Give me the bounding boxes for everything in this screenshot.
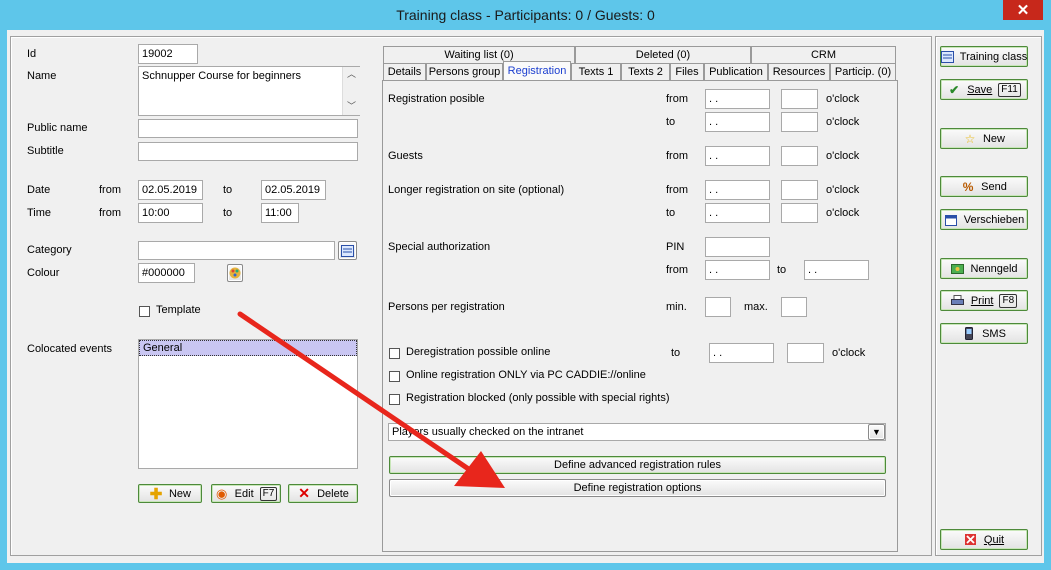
annotation-arrow [237, 311, 505, 488]
